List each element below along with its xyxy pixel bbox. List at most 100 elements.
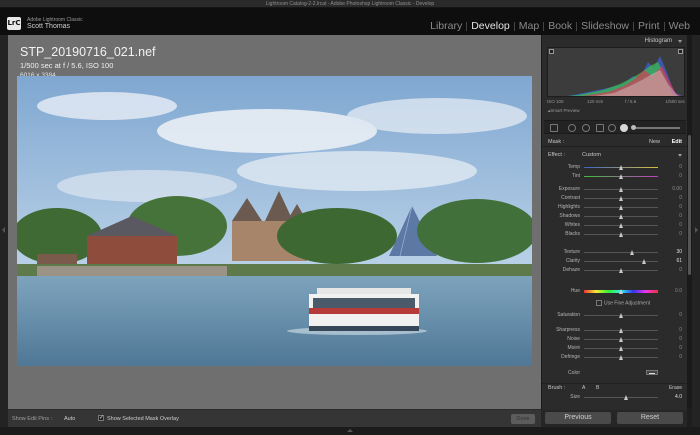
right-panel-toggle[interactable] xyxy=(692,35,700,427)
brush-a-button[interactable]: A xyxy=(582,385,585,391)
filmstrip-toggle[interactable] xyxy=(0,427,700,435)
slider-texture[interactable]: Texture 30 xyxy=(542,248,688,256)
graduated-filter-icon[interactable] xyxy=(596,124,604,132)
highlight-clipping-icon[interactable] xyxy=(678,49,683,54)
slider-label: Shadows xyxy=(559,213,580,219)
slider-value[interactable]: 0 xyxy=(679,336,682,342)
slider-value[interactable]: 0 xyxy=(679,204,682,210)
shadow-clipping-icon[interactable] xyxy=(549,49,554,54)
slider-value[interactable]: 0 xyxy=(679,164,682,170)
slider-sharpness[interactable]: Sharpness 0 xyxy=(542,326,688,334)
mask-label: Mask : xyxy=(548,139,565,145)
spot-removal-icon[interactable] xyxy=(568,124,576,132)
red-eye-icon[interactable] xyxy=(582,124,590,132)
module-map[interactable]: Map xyxy=(515,20,543,32)
checkmark-icon: ✓ xyxy=(99,415,105,421)
brush-row: Brush : A B Erase xyxy=(542,383,688,391)
mask-new-button[interactable]: New xyxy=(649,139,660,145)
slider-value[interactable]: 0 xyxy=(679,231,682,237)
edit-pins-label: Show Edit Pins : xyxy=(12,416,53,422)
hist-shutter: 1/500 sec xyxy=(665,99,685,104)
slider-blacks[interactable]: Blacks 0 xyxy=(542,230,688,238)
slider-hue[interactable]: Hue 0.0 xyxy=(542,287,688,295)
scrollbar-thumb[interactable] xyxy=(688,135,691,275)
user-name: Scott Thomas xyxy=(27,23,71,30)
module-web[interactable]: Web xyxy=(665,20,694,32)
slider-noise[interactable]: Noise 0 xyxy=(542,335,688,343)
slider-value[interactable]: 0 xyxy=(679,195,682,201)
photo-preview[interactable] xyxy=(17,76,532,366)
slider-value[interactable]: 4.0 xyxy=(675,394,682,400)
slider-value[interactable]: 0 xyxy=(679,312,682,318)
slider-size[interactable]: Size 4.0 xyxy=(542,393,688,401)
image-canvas[interactable]: STP_20190716_021.nef 1/500 sec at f / 5.… xyxy=(8,35,541,409)
edit-pins-select[interactable]: Auto xyxy=(64,416,75,422)
histogram-header[interactable]: Histogram xyxy=(542,37,688,45)
slider-dehaze[interactable]: Dehaze 0 xyxy=(542,266,688,274)
radial-filter-icon[interactable] xyxy=(608,124,616,132)
slider-value[interactable]: 0 xyxy=(679,267,682,273)
slider-label: Defringe xyxy=(561,354,580,360)
slider-track[interactable] xyxy=(584,261,658,262)
slider-whites[interactable]: Whites 0 xyxy=(542,221,688,229)
expand-left-icon xyxy=(2,227,5,233)
slider-track[interactable] xyxy=(584,397,658,398)
histogram[interactable] xyxy=(547,47,685,97)
slider-value[interactable]: 0 xyxy=(679,173,682,179)
color-swatch[interactable] xyxy=(646,370,658,375)
crop-tool-icon[interactable] xyxy=(550,124,558,132)
slider-label: Highlights xyxy=(558,204,580,210)
tool-strip xyxy=(544,120,686,134)
effect-preset-select[interactable]: Custom xyxy=(582,152,601,158)
slider-value[interactable]: 0 xyxy=(679,354,682,360)
slider-shadows[interactable]: Shadows 0 xyxy=(542,212,688,220)
range-mask-slider[interactable] xyxy=(631,125,680,130)
collapse-right-icon xyxy=(695,227,698,233)
slider-value[interactable]: 0.00 xyxy=(672,186,682,192)
slider-value[interactable]: 0.0 xyxy=(675,288,682,294)
slider-label: Temp xyxy=(567,164,580,170)
smart-preview-label[interactable]: Smart Preview xyxy=(548,108,579,114)
slider-contrast[interactable]: Contrast 0 xyxy=(542,194,688,202)
slider-defringe[interactable]: Defringe 0 xyxy=(542,353,688,361)
slider-exposure[interactable]: Exposure 0.00 xyxy=(542,185,688,193)
chevron-down-icon[interactable] xyxy=(678,154,682,157)
module-print[interactable]: Print xyxy=(634,20,664,32)
slider-label: Blacks xyxy=(565,231,580,237)
fine-adjustment-checkbox[interactable]: Use Fine Adjustment xyxy=(596,300,650,306)
slider-clarity[interactable]: Clarity 61 xyxy=(542,257,688,265)
mask-edit-button[interactable]: Edit xyxy=(672,139,682,145)
module-library[interactable]: Library xyxy=(426,20,466,32)
lrc-logo-icon: LrC xyxy=(7,17,21,30)
module-slideshow[interactable]: Slideshow xyxy=(577,20,633,32)
adjustment-brush-icon[interactable] xyxy=(620,124,628,132)
brush-erase-button[interactable]: Erase xyxy=(669,385,682,391)
slider-temp[interactable]: Temp 0 xyxy=(542,163,688,171)
previous-button[interactable]: Previous xyxy=(545,412,611,424)
slider-tint[interactable]: Tint 0 xyxy=(542,172,688,180)
panel-scrollbar[interactable] xyxy=(687,35,692,408)
slider-track[interactable] xyxy=(584,252,658,253)
module-develop[interactable]: Develop xyxy=(467,20,514,32)
slider-value[interactable]: 0 xyxy=(679,345,682,351)
left-panel-toggle[interactable] xyxy=(0,35,8,427)
mask-row: Mask : New Edit xyxy=(542,137,688,147)
done-button[interactable]: Done xyxy=(511,414,535,424)
slider-value[interactable]: 0 xyxy=(679,213,682,219)
reset-button[interactable]: Reset xyxy=(617,412,683,424)
brush-label: Brush : xyxy=(548,385,566,391)
slider-moire[interactable]: Moiré 0 xyxy=(542,344,688,352)
color-row: Color xyxy=(542,369,688,377)
slider-value[interactable]: 0 xyxy=(679,327,682,333)
brush-b-button[interactable]: B xyxy=(596,385,599,391)
slider-label: Sharpness xyxy=(556,327,580,333)
slider-label: Whites xyxy=(564,222,580,228)
slider-saturation[interactable]: Saturation 0 xyxy=(542,311,688,319)
slider-label: Moiré xyxy=(567,345,580,351)
slider-highlights[interactable]: Highlights 0 xyxy=(542,203,688,211)
module-book[interactable]: Book xyxy=(544,20,576,32)
slider-value[interactable]: 30 xyxy=(676,249,682,255)
slider-value[interactable]: 0 xyxy=(679,222,682,228)
slider-value[interactable]: 61 xyxy=(676,258,682,264)
mask-overlay-checkbox[interactable]: ✓ xyxy=(98,415,104,421)
